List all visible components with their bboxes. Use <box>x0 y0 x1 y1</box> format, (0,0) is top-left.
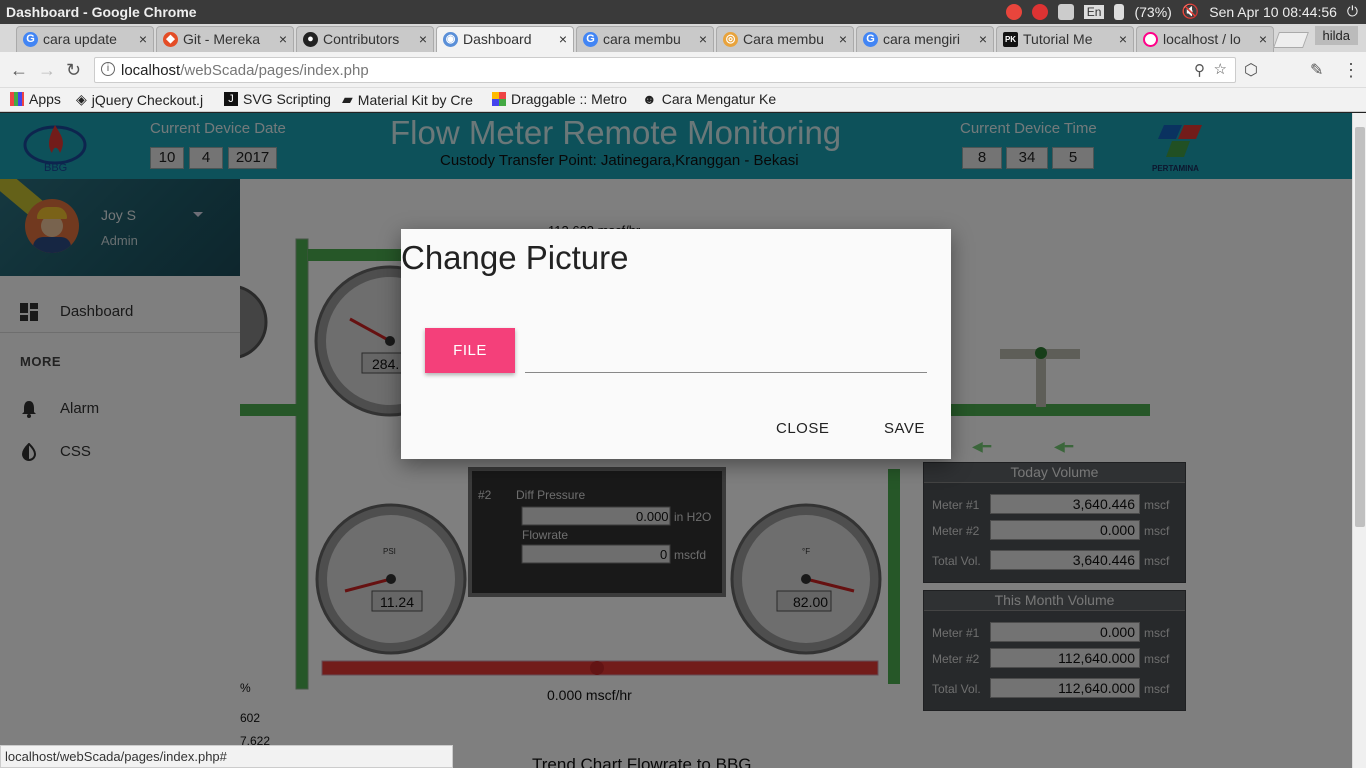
browser-toolbar: ← → ↻ i localhost/webScada/pages/index.p… <box>0 52 1366 88</box>
close-tab-icon[interactable]: × <box>419 31 427 47</box>
file-button[interactable]: FILE <box>425 328 515 373</box>
github-icon: ● <box>303 32 318 47</box>
bookmark-label: Material Kit by Cre <box>357 91 473 108</box>
tab[interactable]: G cara membu × <box>576 26 714 52</box>
tab-label: localhost / lo <box>1163 31 1241 47</box>
extension-icon[interactable]: ⬡ <box>1244 60 1258 80</box>
star-icon[interactable]: ☆ <box>1214 60 1227 78</box>
power-icon[interactable]: ⏻ <box>1347 3 1358 20</box>
bookmark-label: jQuery Checkout.j <box>91 91 204 108</box>
tab[interactable]: ● Contributors × <box>296 26 434 52</box>
tab[interactable]: ◆ Git - Mereka × <box>156 26 294 52</box>
close-tab-icon[interactable]: × <box>979 31 987 47</box>
record-icon[interactable] <box>1031 3 1048 20</box>
scroll-thumb[interactable] <box>1355 127 1365 527</box>
page-scrollbar[interactable] <box>1352 113 1366 768</box>
tab-label: Tutorial Me <box>1023 31 1093 47</box>
chrome-icon[interactable] <box>1005 3 1022 20</box>
forward-arrow-icon[interactable]: → <box>38 60 56 81</box>
close-tab-icon[interactable]: × <box>1119 31 1127 47</box>
system-tray: En (73%) 🔇 Sen Apr 10 08:44:56 ⏻ <box>1005 3 1358 20</box>
google-icon: G <box>583 32 598 47</box>
skull-icon: ☻ <box>642 91 657 107</box>
tab-label: Dashboard <box>463 31 532 47</box>
app-icon: ◉ <box>443 32 458 47</box>
tab-label: Contributors <box>323 31 400 47</box>
site-icon: ◎ <box>723 32 738 47</box>
tab-label: cara mengiri <box>883 31 961 47</box>
os-top-bar: Dashboard - Google Chrome En (73%) 🔇 Sen… <box>0 0 1366 24</box>
save-button[interactable]: SAVE <box>884 420 925 437</box>
address-path: /webScada/pages/index.php <box>180 62 369 79</box>
battery-percent: (73%) <box>1134 3 1172 20</box>
status-bar-url: localhost/webScada/pages/index.php# <box>0 745 453 768</box>
info-icon[interactable]: i <box>101 62 115 76</box>
bookmarks-bar: Apps ◈ jQuery Checkout.j J SVG Scripting ▰… <box>0 88 1366 112</box>
modal-title: Change Picture <box>401 239 629 276</box>
git-icon: ◆ <box>163 32 178 47</box>
apps-grid-icon <box>10 92 24 106</box>
tab[interactable]: localhost / lo × <box>1136 26 1274 52</box>
bookmark[interactable]: ▰ Material Kit by Cre <box>342 91 473 108</box>
mask-icon: ▰ <box>342 91 353 107</box>
pk-icon: PK <box>1003 32 1018 47</box>
address-host: localhost <box>121 62 181 79</box>
new-tab-button[interactable] <box>1273 32 1309 48</box>
window-title: Dashboard - Google Chrome <box>6 4 197 20</box>
close-tab-icon[interactable]: × <box>139 31 147 47</box>
tab[interactable]: ◎ Cara membu × <box>716 26 854 52</box>
keyboard-indicator[interactable]: En <box>1083 4 1105 19</box>
back-arrow-icon[interactable]: ← <box>10 60 28 81</box>
close-tab-icon[interactable]: × <box>839 31 847 47</box>
eyedropper-icon[interactable]: ✎ <box>1310 60 1323 80</box>
cast-icon[interactable] <box>1057 3 1074 20</box>
profile-chip[interactable]: hilda <box>1314 26 1358 45</box>
tab[interactable]: G cara mengiri × <box>856 26 994 52</box>
google-icon: G <box>23 32 38 47</box>
clock[interactable]: Sen Apr 10 08:44:56 <box>1209 4 1337 20</box>
close-button[interactable]: CLOSE <box>776 420 829 437</box>
battery-icon[interactable] <box>1114 3 1125 20</box>
google-icon: G <box>863 32 878 47</box>
close-tab-icon[interactable]: × <box>279 31 287 47</box>
tab[interactable]: G cara update × <box>16 26 154 52</box>
bookmark-apps[interactable]: Apps <box>10 91 61 107</box>
menu-dots-icon[interactable]: ⋮ <box>1342 60 1360 81</box>
tab-label: cara membu <box>603 31 681 47</box>
diamond-icon: ◈ <box>76 91 87 107</box>
volume-icon[interactable]: 🔇 <box>1182 3 1199 20</box>
tab-dashboard[interactable]: ◉ Dashboard × <box>436 26 574 52</box>
tab-label: Git - Mereka <box>183 31 261 47</box>
change-picture-modal: Change Picture FILE CLOSE SAVE <box>401 229 951 459</box>
bookmark-label: Draggable :: Metro <box>511 91 627 107</box>
bookmark-label: Apps <box>29 91 61 107</box>
bookmark-label: SVG Scripting <box>243 91 331 107</box>
key-icon[interactable]: ⚲ <box>1194 61 1205 79</box>
close-tab-icon[interactable]: × <box>1259 31 1267 47</box>
tab[interactable]: PK Tutorial Me × <box>996 26 1134 52</box>
bookmark[interactable]: ◈ jQuery Checkout.j <box>76 91 203 108</box>
bookmark[interactable]: J SVG Scripting <box>224 91 331 107</box>
tab-strip: G cara update × ◆ Git - Mereka × ● Contrib… <box>0 24 1366 52</box>
metro-icon <box>492 92 506 106</box>
bookmark[interactable]: Draggable :: Metro <box>492 91 627 107</box>
reload-icon[interactable]: ↻ <box>66 60 81 81</box>
close-tab-icon[interactable]: × <box>699 31 707 47</box>
tab-label: Cara membu <box>743 31 824 47</box>
tab-label: cara update <box>43 31 117 47</box>
j-icon: J <box>224 92 238 106</box>
address-bar[interactable]: i localhost/webScada/pages/index.php ⚲ ☆ <box>94 57 1236 83</box>
bookmark[interactable]: ☻ Cara Mengatur Ke <box>642 91 776 107</box>
loading-icon <box>1143 32 1158 47</box>
file-path-field[interactable] <box>525 339 927 373</box>
bookmark-label: Cara Mengatur Ke <box>661 91 777 107</box>
close-tab-icon[interactable]: × <box>559 31 567 47</box>
